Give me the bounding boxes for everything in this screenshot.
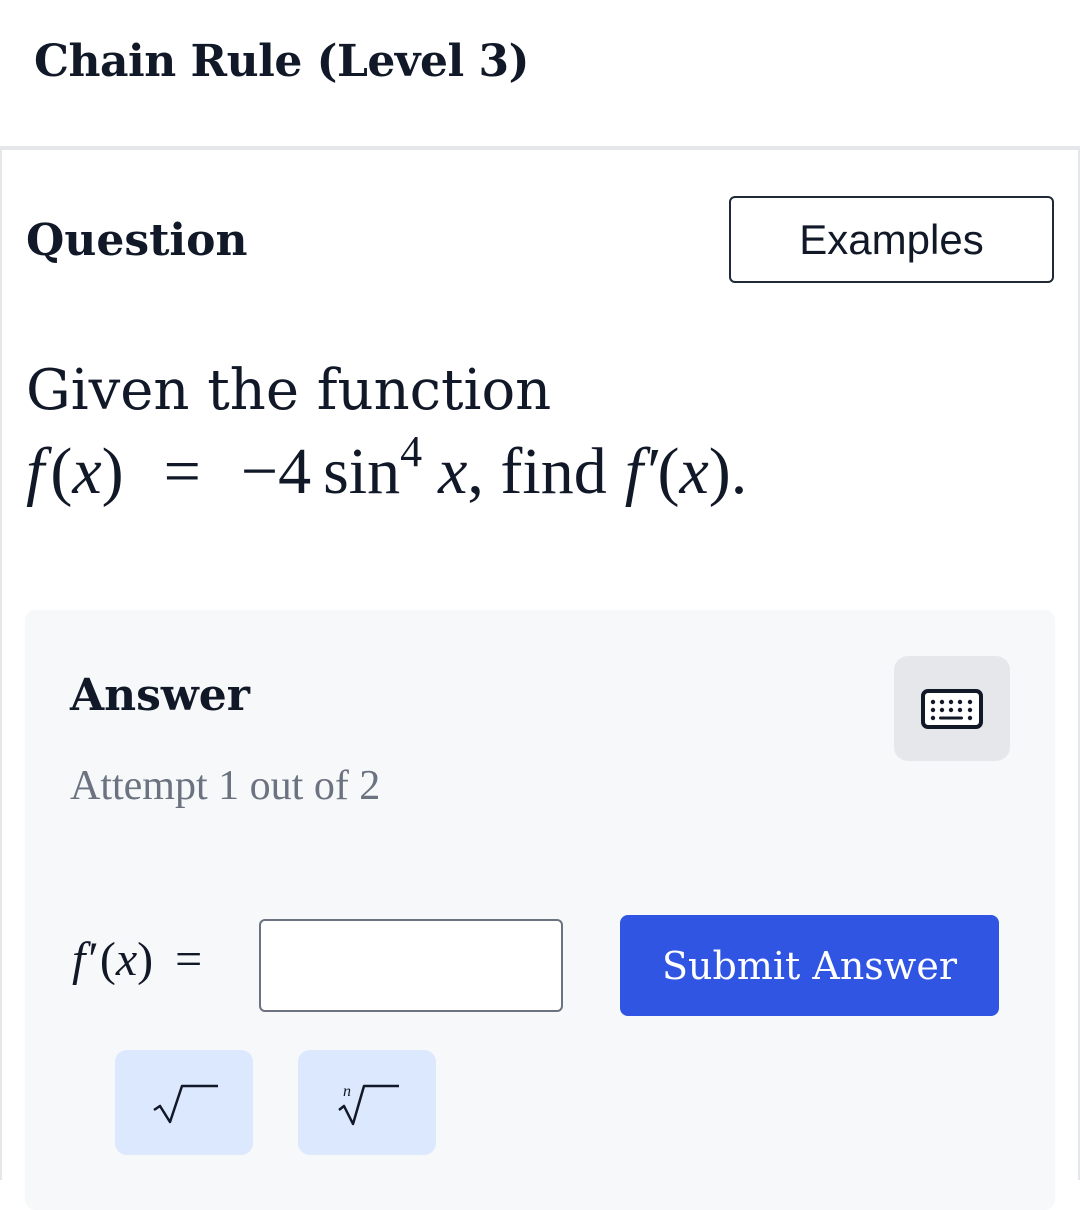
page-title: Chain Rule (Level 3) (34, 36, 529, 87)
sqrt-button[interactable] (115, 1050, 253, 1155)
fn-sin: sin (323, 435, 401, 508)
keyboard-icon (921, 688, 983, 729)
nroot-index: n (343, 1083, 351, 1100)
find-text: , find (467, 435, 607, 508)
fn-name: f (26, 435, 45, 508)
nth-root-button[interactable]: n (298, 1050, 436, 1155)
fn-power: 4 (400, 427, 423, 476)
nth-root-icon: n (338, 1083, 399, 1125)
examples-button[interactable]: Examples (729, 196, 1054, 283)
keyboard-toggle-button[interactable] (894, 656, 1010, 761)
fn-arg: x (438, 435, 468, 508)
attempt-counter: Attempt 1 out of 2 (70, 763, 381, 809)
page-header: Chain Rule (Level 3) (0, 0, 1080, 147)
square-root-icon (153, 1084, 218, 1123)
answer-var: x (115, 933, 138, 986)
deriv-var: x (679, 435, 709, 508)
answer-heading: Answer (70, 670, 250, 721)
submit-answer-button[interactable]: Submit Answer (620, 915, 999, 1016)
answer-fn: f′ (72, 933, 96, 986)
question-intro: Given the function (26, 358, 552, 423)
answer-label: f′(x) = (72, 933, 203, 986)
fn-coefficient: −4 (240, 435, 312, 508)
question-heading: Question (26, 215, 248, 266)
deriv-name: f′ (624, 435, 658, 508)
answer-input[interactable] (259, 919, 563, 1012)
fn-var: x (72, 435, 102, 508)
question-math: f(x) = −4 sin4 x, find f′(x). (26, 427, 748, 508)
